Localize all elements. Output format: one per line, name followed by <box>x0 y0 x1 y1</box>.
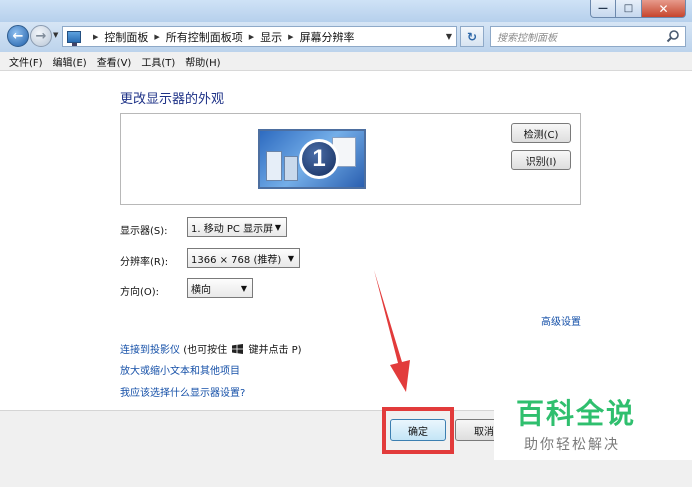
projector-hint-pre: (也可按住 <box>183 345 228 356</box>
menu-help[interactable]: 帮助(H) <box>185 54 220 69</box>
chevron-right-icon[interactable]: ▶ <box>249 33 254 41</box>
display-settings-help-link[interactable]: 我应该选择什么显示器设置? <box>120 384 245 399</box>
windows-key-icon <box>232 344 244 354</box>
projector-row: 连接到投影仪 (也可按住 键并点击 P) <box>120 341 302 356</box>
breadcrumb-control-panel[interactable]: 控制面板 <box>104 29 148 45</box>
display-preview-panel: 1 检测(C) 识别(I) <box>120 113 581 205</box>
chevron-down-icon: ▼ <box>287 254 294 263</box>
chevron-down-icon: ▼ <box>274 223 281 232</box>
text-size-link[interactable]: 放大或缩小文本和其他项目 <box>120 362 240 377</box>
breadcrumb-display[interactable]: 显示 <box>260 29 282 45</box>
advanced-settings-link[interactable]: 高级设置 <box>541 313 581 328</box>
chevron-right-icon[interactable]: ▶ <box>93 33 98 41</box>
search-input[interactable]: 搜索控制面板 <box>490 26 686 47</box>
monitor-number-badge: 1 <box>299 139 339 179</box>
back-button[interactable]: ← <box>7 25 29 47</box>
close-button[interactable]: ✕ <box>642 0 686 18</box>
connect-projector-link[interactable]: 连接到投影仪 <box>120 345 180 356</box>
address-bar[interactable]: ▶ 控制面板 ▶ 所有控制面板项 ▶ 显示 ▶ 屏幕分辨率 ▼ <box>62 26 457 47</box>
breadcrumb-screen-resolution[interactable]: 屏幕分辨率 <box>300 29 355 45</box>
refresh-button[interactable]: ↻ <box>460 26 484 47</box>
main-content: 更改显示器的外观 1 检测(C) 识别(I) 显示器(S): 1. 移动 PC … <box>0 71 692 410</box>
window-title-bar: — □ ✕ <box>0 0 692 22</box>
orientation-select-value: 横向 <box>191 284 211 296</box>
chevron-right-icon[interactable]: ▶ <box>288 33 293 41</box>
control-panel-icon <box>67 30 81 46</box>
window-controls: — □ ✕ <box>590 0 686 18</box>
address-dropdown-icon[interactable]: ▼ <box>446 32 452 41</box>
watermark-logo: 百科全说 助你轻松解决 <box>494 378 692 460</box>
orientation-label: 方向(O): <box>120 287 160 298</box>
ok-highlight-annotation <box>382 407 454 454</box>
display-select[interactable]: 1. 移动 PC 显示屏 ▼ <box>187 217 287 237</box>
identify-button[interactable]: 识别(I) <box>511 150 571 170</box>
refresh-icon: ↻ <box>466 29 478 44</box>
minimize-button[interactable]: — <box>590 0 616 18</box>
orientation-select[interactable]: 横向 ▼ <box>187 278 253 298</box>
resolution-label: 分辨率(R): <box>120 257 169 268</box>
arrow-right-icon: → <box>35 28 47 44</box>
monitor-window-graphic <box>266 151 282 181</box>
search-icon[interactable] <box>666 29 680 43</box>
red-arrow-annotation <box>374 270 410 392</box>
projector-hint-post: 键并点击 P) <box>248 345 302 356</box>
chevron-down-icon: ▼ <box>240 284 247 293</box>
page-title: 更改显示器的外观 <box>120 92 225 107</box>
detect-button[interactable]: 检测(C) <box>511 123 571 143</box>
monitor-1[interactable]: 1 <box>258 129 366 189</box>
menu-bar: 文件(F) 编辑(E) 查看(V) 工具(T) 帮助(H) <box>0 52 692 71</box>
resolution-select-value: 1366 × 768 (推荐) <box>191 254 282 266</box>
display-select-value: 1. 移动 PC 显示屏 <box>191 223 274 235</box>
navigation-bar: ← → ▼ ▶ 控制面板 ▶ 所有控制面板项 ▶ 显示 ▶ 屏幕分辨率 ▼ ↻ … <box>0 22 692 52</box>
chevron-right-icon[interactable]: ▶ <box>154 33 159 41</box>
menu-edit[interactable]: 编辑(E) <box>53 54 87 69</box>
menu-tools[interactable]: 工具(T) <box>141 54 175 69</box>
resolution-select[interactable]: 1366 × 768 (推荐) ▼ <box>187 248 300 268</box>
menu-view[interactable]: 查看(V) <box>97 54 132 69</box>
forward-button[interactable]: → <box>30 25 52 47</box>
breadcrumb-all-items[interactable]: 所有控制面板项 <box>166 29 243 45</box>
monitor-window-graphic <box>284 156 298 181</box>
history-dropdown-icon[interactable]: ▼ <box>53 31 58 39</box>
menu-file[interactable]: 文件(F) <box>9 54 43 69</box>
arrow-left-icon: ← <box>12 28 24 44</box>
watermark-title: 百科全说 <box>516 397 637 430</box>
search-placeholder: 搜索控制面板 <box>497 33 557 44</box>
watermark-subtitle: 助你轻松解决 <box>524 437 620 453</box>
maximize-button[interactable]: □ <box>616 0 642 18</box>
display-label: 显示器(S): <box>120 226 168 237</box>
